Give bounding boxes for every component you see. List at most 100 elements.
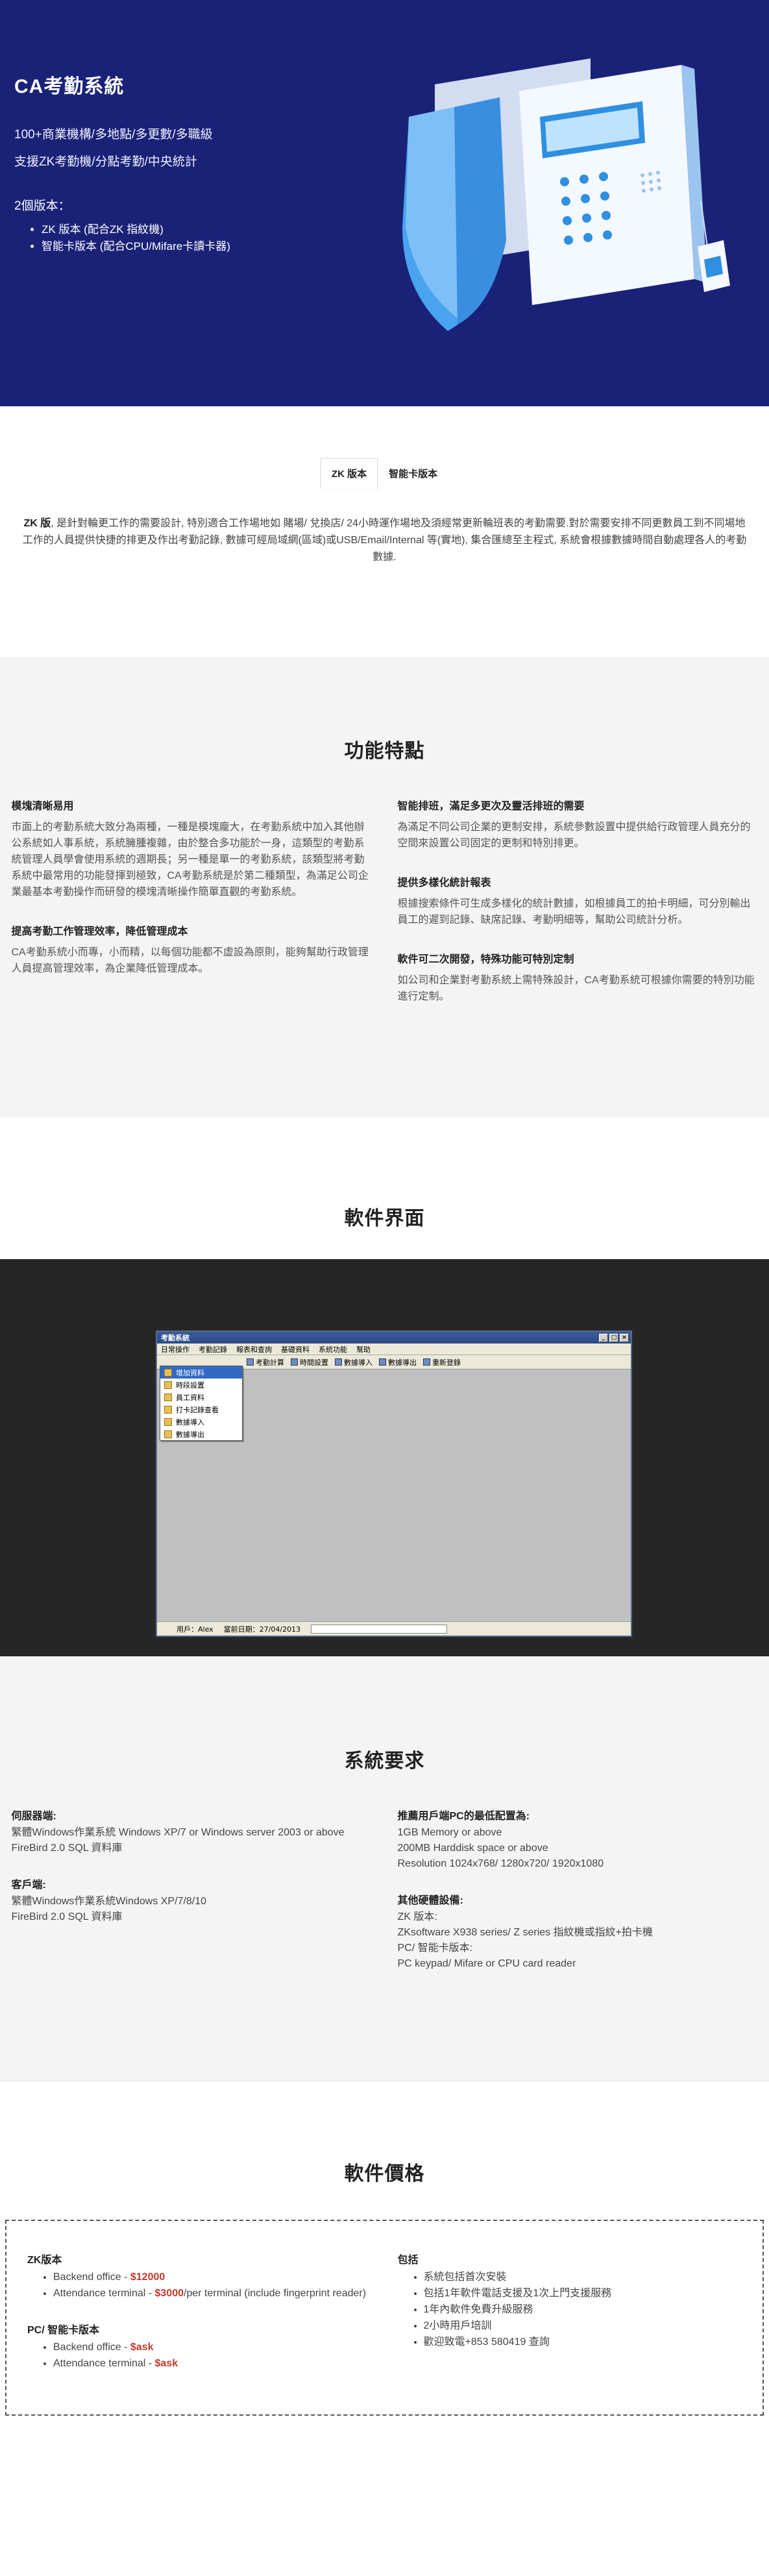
price-value: $ask xyxy=(154,2358,178,2369)
feature-text: 為滿足不同公司企業的更制安排，系統參數設置中提供給行政管理人員充分的空間來設置公… xyxy=(397,822,751,849)
app-dropdown-item: 數據導出 xyxy=(160,1428,242,1440)
toolbar-icon xyxy=(291,1358,298,1366)
minimize-icon: _ xyxy=(599,1333,608,1342)
software-screenshot-section: 考勤系統 _ □ × 日常操作 考勤記錄 報表和查詢 基礎資料 系統功能 幫助 … xyxy=(0,1259,769,1656)
pricing-left-column: ZK版本 Backend office - $12000 Attendance … xyxy=(27,2251,372,2391)
app-dropdown-item: 打卡記錄查看 xyxy=(160,1403,242,1416)
include-item: 1年內軟件免費升級服務 xyxy=(424,2301,742,2318)
status-user: 用戶：Alex xyxy=(177,1625,214,1634)
pricing-include-heading: 包括 xyxy=(397,2255,419,2266)
maximize-icon: □ xyxy=(609,1333,618,1342)
app-menu-item: 日常操作 xyxy=(161,1345,189,1354)
app-dropdown-label: 數據導出 xyxy=(176,1430,204,1439)
feature-heading: 模塊清晰易用 xyxy=(11,801,74,812)
feature-text: 根據搜索條件可生成多樣化的統計數據，如根據員工的拍卡明細，可分別輸出員工的遲到記… xyxy=(397,898,751,926)
include-item: 歡迎致電+853 580419 查詢 xyxy=(424,2334,742,2350)
app-dropdown-item: 數據導入 xyxy=(160,1416,242,1428)
requirement-heading: 客戶端: xyxy=(11,1880,46,1891)
app-dropdown-label: 時段設置 xyxy=(176,1380,204,1390)
tab-zk-version[interactable]: ZK 版本 xyxy=(320,458,378,489)
price-item: Backend office - $ask xyxy=(53,2339,372,2355)
requirements-columns: 伺服器端: 繁體Windows作業系統 Windows XP/7 or Wind… xyxy=(12,1807,758,1991)
app-menu-item: 基礎資料 xyxy=(281,1345,310,1354)
requirement-text: 1GB Memory or above 200MB Harddisk space… xyxy=(397,1827,604,1869)
app-dropdown-item: 時段設置 xyxy=(160,1379,242,1391)
hero-versions-label: 2個版本： xyxy=(14,199,71,213)
include-item: 2小時用戶培訓 xyxy=(424,2318,742,2334)
dropdown-item-icon xyxy=(164,1380,172,1389)
window-controls: _ □ × xyxy=(599,1333,631,1342)
app-menu-item: 系統功能 xyxy=(319,1345,347,1354)
pricing-pc-heading: PC/ 智能卡版本 xyxy=(27,2325,100,2336)
features-section: 功能特點 模塊清晰易用 市面上的考勤系統大致分為兩種，一種是模塊龐大，在考勤系統… xyxy=(0,657,769,1118)
feature-heading: 智能排班，滿足多更次及靈活排班的需要 xyxy=(397,801,585,812)
toolbar-icon xyxy=(379,1358,386,1366)
requirement-heading: 伺服器端: xyxy=(11,1811,56,1822)
app-dropdown-label: 數據導入 xyxy=(176,1417,204,1427)
pricing-right-column: 包括 系統包括首次安裝 包括1年軟件電話支援及1次上門支援服務 1年內軟件免費升… xyxy=(398,2251,742,2391)
price-label: Backend office - xyxy=(53,2342,130,2353)
feature-heading: 軟件可二次開發，特殊功能可特別定制 xyxy=(397,954,574,965)
pricing-zk-heading: ZK版本 xyxy=(27,2255,62,2266)
app-dropdown-label: 增加資料 xyxy=(176,1368,204,1377)
price-item: Backend office - $12000 xyxy=(53,2269,372,2285)
pricing-section: 軟件價格 ZK版本 Backend office - $12000 Attend… xyxy=(0,2082,769,2435)
requirements-right-column: 推薦用戶端PC的最低配置為: 1GB Memory or above 200MB… xyxy=(398,1807,758,1991)
price-value: $12000 xyxy=(130,2272,165,2283)
dropdown-item-icon xyxy=(164,1417,172,1426)
dropdown-item-icon xyxy=(164,1430,172,1438)
app-toolbar-item: 時間設置 xyxy=(291,1357,328,1368)
intro-paragraph: ZK 版, 是針對輪更工作的需要設計, 特別適合工作場地如 賭場/ 兌換店/ 2… xyxy=(21,515,748,566)
requirement-text: ZK 版本: ZKsoftware X938 series/ Z series … xyxy=(397,1911,653,1969)
feature-heading: 提高考勤工作管理效率，降低管理成本 xyxy=(11,926,188,937)
feature-text: 如公司和企業對考勤系統上需特殊設計，CA考勤系統可根據你需要的特別功能進行定制。 xyxy=(397,975,755,1002)
app-menubar: 日常操作 考勤記錄 報表和查詢 基礎資料 系統功能 幫助 xyxy=(157,1343,631,1355)
toolbar-icon xyxy=(335,1358,342,1366)
hero-version-item: 智能卡版本 (配合CPU/Mifare卡讀卡器) xyxy=(42,238,352,255)
pricing-box: ZK版本 Backend office - $12000 Attendance … xyxy=(5,2220,764,2416)
app-toolbar-label: 時間設置 xyxy=(300,1358,328,1367)
price-label: Backend office - xyxy=(53,2272,130,2283)
pricing-pc-list: Backend office - $ask Attendance termina… xyxy=(53,2339,372,2372)
app-toolbar-label: 重新登錄 xyxy=(432,1358,461,1367)
requirements-left-column: 伺服器端: 繁體Windows作業系統 Windows XP/7 or Wind… xyxy=(12,1807,372,1991)
feature-text: 市面上的考勤系統大致分為兩種，一種是模塊龐大，在考勤系統中加入其他辦公系統如人事… xyxy=(11,822,369,898)
price-label: Attendance terminal - xyxy=(53,2288,155,2299)
toolbar-icon xyxy=(247,1358,254,1366)
app-toolbar-label: 數據導出 xyxy=(388,1358,417,1367)
requirements-title: 系統要求 xyxy=(344,1750,425,1772)
pricing-zk-list: Backend office - $12000 Attendance termi… xyxy=(53,2269,372,2301)
intro-bold: ZK 版 xyxy=(23,518,51,529)
app-window-title: 考勤系統 xyxy=(161,1334,189,1342)
app-dropdown-label: 打卡記錄查看 xyxy=(176,1405,219,1414)
software-ui-heading-section: 軟件界面 xyxy=(0,1118,769,1259)
app-toolbar-item: 數據導出 xyxy=(379,1357,417,1368)
toolbar-icon xyxy=(423,1358,430,1366)
dropdown-item-icon xyxy=(164,1393,172,1401)
app-toolbar-label: 考勤計算 xyxy=(256,1358,284,1367)
app-dropdown-item: 增加資料 xyxy=(160,1366,242,1379)
pricing-title: 軟件價格 xyxy=(344,2163,425,2185)
price-item: Attendance terminal - $3000/per terminal… xyxy=(53,2285,372,2301)
features-title: 功能特點 xyxy=(344,741,425,762)
app-dropdown-item: 員工資料 xyxy=(160,1391,242,1403)
tab-smartcard-version[interactable]: 智能卡版本 xyxy=(378,458,448,489)
hero-line-1: 100+商業機構/多地點/多更數/多職級 xyxy=(14,128,213,141)
price-label: Attendance terminal - xyxy=(53,2358,155,2369)
intro-text: , 是針對輪更工作的需要設計, 特別適合工作場地如 賭場/ 兌換店/ 24小時運… xyxy=(22,518,747,563)
app-dropdown-label: 員工資料 xyxy=(176,1393,204,1402)
security-device-illustration xyxy=(402,58,730,331)
price-suffix: /per terminal (include fingerprint reade… xyxy=(184,2288,367,2299)
app-toolbar-item: 考勤計算 xyxy=(247,1357,284,1368)
close-icon: × xyxy=(620,1333,629,1342)
dropdown-item-icon xyxy=(164,1368,172,1377)
app-dropdown-menu: 增加資料 時段設置 員工資料 打卡記錄查看 數據導入 數據導出 xyxy=(160,1366,243,1441)
requirement-text: 繁體Windows作業系統 Windows XP/7 or Windows se… xyxy=(11,1827,345,1854)
requirement-heading: 推薦用戶端PC的最低配置為: xyxy=(397,1811,530,1822)
app-titlebar: 考勤系統 _ □ × xyxy=(157,1332,631,1343)
include-item: 系統包括首次安裝 xyxy=(424,2269,742,2285)
features-left-column: 模塊清晰易用 市面上的考勤系統大致分為兩種，一種是模塊龐大，在考勤系統中加入其他… xyxy=(12,797,372,1027)
price-value: $ask xyxy=(130,2342,154,2353)
app-menu-item: 幫助 xyxy=(356,1345,371,1354)
features-columns: 模塊清晰易用 市面上的考勤系統大致分為兩種，一種是模塊龐大，在考勤系統中加入其他… xyxy=(12,797,758,1027)
